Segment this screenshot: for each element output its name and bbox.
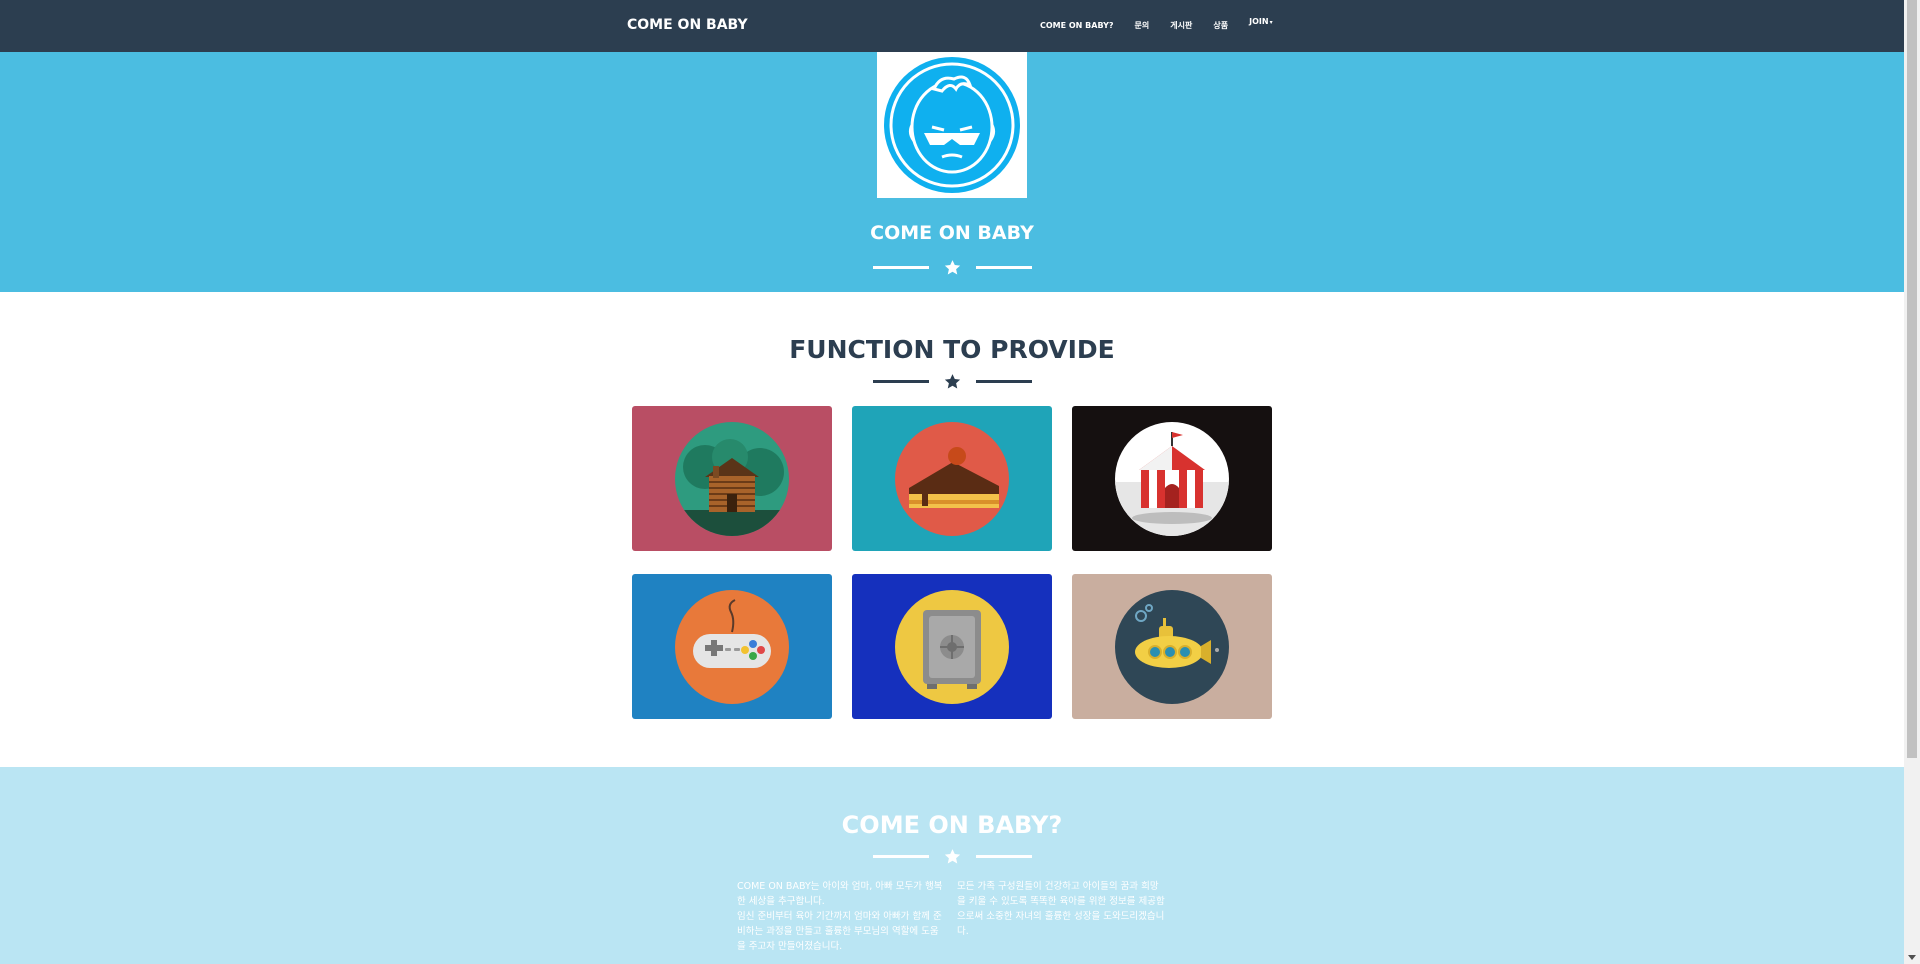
nav-item-come-on-baby[interactable]: COME ON BABY?: [1040, 21, 1114, 30]
navbar: COME ON BABY COME ON BABY? 문의 게시판 상품 JOI…: [0, 0, 1904, 52]
game-controller-icon: [693, 598, 771, 668]
nav-item-join-dropdown[interactable]: JOIN▾: [1249, 17, 1272, 26]
caret-down-icon: ▾: [1269, 19, 1273, 26]
submarine-icon: [1135, 603, 1219, 668]
hero-divider: [0, 259, 1904, 276]
function-card-circus[interactable]: [1072, 406, 1272, 551]
function-card-safe[interactable]: [852, 574, 1052, 719]
scrollbar-thumb[interactable]: [1907, 0, 1917, 758]
brand-link[interactable]: COME ON BABY: [627, 17, 748, 33]
functions-divider: [0, 373, 1904, 390]
about-text-left: COME ON BABY는 아이와 엄마, 아빠 모두가 행복한 세상을 추구합…: [737, 881, 943, 952]
card-circle: [1115, 589, 1229, 704]
function-card-cabin[interactable]: [632, 406, 832, 551]
card-circle: [895, 589, 1009, 704]
divider-line: [975, 855, 1032, 858]
about-text-right: 모든 가족 구성원들이 건강하고 아이들의 꿈과 희망을 키울 수 있도록 똑똑…: [957, 881, 1165, 937]
star-icon: [944, 374, 960, 389]
baby-face-logo-icon: [884, 57, 1020, 193]
about-divider: [0, 848, 1904, 865]
logo-image: [877, 52, 1027, 198]
function-card-submarine[interactable]: [1072, 574, 1272, 719]
star-icon: [944, 260, 960, 275]
card-circle: [675, 421, 789, 536]
nav-item-board[interactable]: 게시판: [1170, 20, 1192, 31]
card-circle: [1115, 421, 1229, 536]
star-icon: [944, 849, 960, 864]
function-card-game[interactable]: [632, 574, 832, 719]
divider-line: [872, 266, 929, 269]
functions-title: FUNCTION TO PROVIDE: [789, 335, 1115, 364]
divider-line: [975, 266, 1032, 269]
scroll-down-arrow-icon[interactable]: [1908, 955, 1916, 960]
divider-line: [872, 380, 929, 383]
nav-menu: COME ON BABY? 문의 게시판 상품 JOIN▾: [1040, 17, 1294, 31]
divider-line: [872, 855, 929, 858]
cake-slice-icon: [909, 446, 999, 508]
join-label: JOIN: [1249, 17, 1269, 26]
page-scrollbar[interactable]: [1904, 0, 1920, 964]
card-circle: [675, 589, 789, 704]
hero-title: COME ON BABY: [870, 222, 1034, 244]
card-circle: [895, 421, 1009, 536]
hero-section: COME ON BABY: [0, 52, 1904, 292]
about-title: COME ON BABY?: [841, 811, 1063, 839]
nav-item-inquiry[interactable]: 문의: [1135, 20, 1150, 31]
safe-icon: [923, 609, 981, 689]
about-section: COME ON BABY? COME ON BABY는 아이와 엄마, 아빠 모…: [0, 767, 1904, 964]
nav-item-products[interactable]: 상품: [1213, 20, 1228, 31]
divider-line: [975, 380, 1032, 383]
log-cabin-icon: [675, 438, 789, 536]
function-card-cake[interactable]: [852, 406, 1052, 551]
circus-tent-icon: [1115, 431, 1229, 536]
